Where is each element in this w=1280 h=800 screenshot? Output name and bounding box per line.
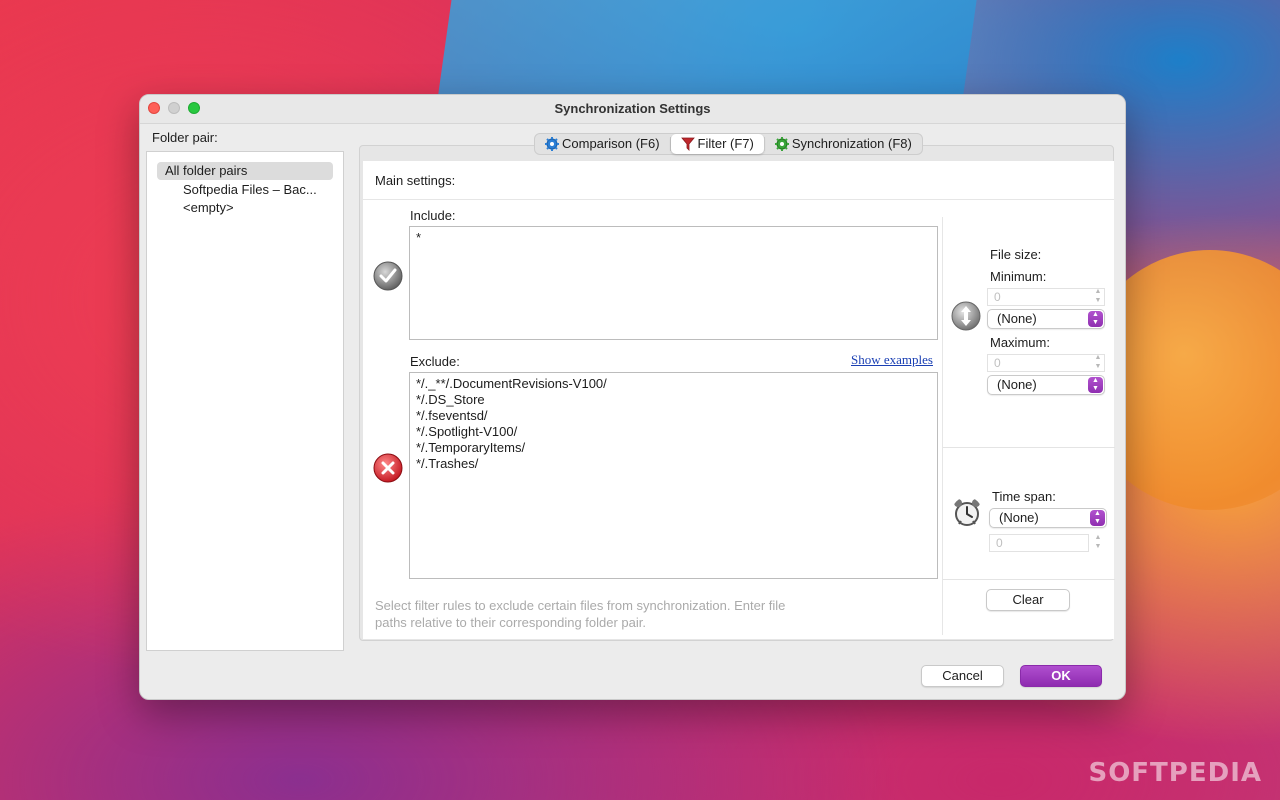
file-size-label: File size:	[990, 247, 1042, 262]
exclude-line: */.TemporaryItems/	[416, 440, 526, 455]
funnel-icon	[680, 137, 695, 151]
settings-window: Synchronization Settings Folder pair: Al…	[139, 94, 1126, 700]
filter-hint-text: Select filter rules to exclude certain f…	[375, 597, 835, 631]
folder-pair-item-softpedia[interactable]: Softpedia Files – Bac...	[183, 182, 317, 197]
include-line: *	[416, 230, 422, 245]
cancel-button[interactable]: Cancel	[921, 665, 1004, 687]
include-label: Include:	[410, 208, 456, 223]
time-span-label: Time span:	[992, 489, 1056, 504]
time-span-input[interactable]: 0	[989, 534, 1089, 552]
softpedia-watermark: SOFTPEDIA	[1088, 758, 1262, 788]
include-textarea[interactable]: *	[409, 226, 938, 340]
folder-pair-item-all[interactable]: All folder pairs	[157, 162, 333, 180]
divider	[363, 199, 1114, 200]
maximum-unit-select[interactable]: (None) ▲ ▼	[987, 375, 1105, 395]
tab-label: Synchronization (F8)	[791, 136, 912, 151]
exclude-line: */.DS_Store	[416, 392, 485, 407]
folder-pair-label: Folder pair:	[152, 130, 218, 145]
maximum-unit-value: (None)	[997, 377, 1037, 392]
chevron-updown-icon: ▲ ▼	[1090, 510, 1105, 526]
window-title: Synchronization Settings	[554, 101, 711, 116]
hint-line: Select filter rules to exclude certain f…	[375, 598, 786, 613]
show-examples-link[interactable]: Show examples	[851, 352, 933, 368]
title-bar: Synchronization Settings	[140, 95, 1125, 124]
file-size-arrows-icon	[951, 301, 981, 331]
chevron-updown-icon: ▲ ▼	[1088, 311, 1103, 327]
filter-panel-content: Main settings: Include: * Exclude: Show …	[363, 161, 1115, 639]
gear-icon	[774, 137, 789, 151]
exclude-line: */.Spotlight-V100/	[416, 424, 518, 439]
include-check-icon	[373, 261, 403, 291]
tab-label: Filter (F7)	[697, 136, 754, 151]
exclude-line: */.Trashes/	[416, 456, 479, 471]
minimum-stepper[interactable]: ▲ ▼	[1092, 287, 1104, 307]
minimum-unit-value: (None)	[997, 311, 1037, 326]
tab-filter[interactable]: Filter (F7)	[670, 134, 764, 154]
clear-button[interactable]: Clear	[986, 589, 1070, 611]
maximum-stepper[interactable]: ▲ ▼	[1092, 353, 1104, 373]
minimum-size-input[interactable]: 0	[987, 288, 1105, 306]
exclude-textarea[interactable]: */._**/.DocumentRevisions-V100/ */.DS_St…	[409, 372, 938, 579]
folder-pair-item-empty[interactable]: <empty>	[183, 200, 234, 215]
tab-label: Comparison (F6)	[562, 136, 660, 151]
folder-pair-list[interactable]: All folder pairs Softpedia Files – Bac..…	[146, 151, 344, 651]
exclude-label: Exclude:	[410, 354, 460, 369]
tab-comparison[interactable]: Comparison (F6)	[535, 134, 670, 154]
exclude-x-icon	[373, 453, 403, 483]
divider	[943, 447, 1115, 448]
minimum-label: Minimum:	[990, 269, 1047, 284]
filter-panel: Main settings: Include: * Exclude: Show …	[359, 145, 1115, 641]
time-span-select[interactable]: (None) ▲ ▼	[989, 508, 1107, 528]
gear-icon	[545, 137, 559, 151]
chevron-updown-icon: ▲ ▼	[1088, 377, 1103, 393]
time-span-stepper[interactable]: ▲ ▼	[1092, 533, 1104, 553]
ok-button[interactable]: OK	[1020, 665, 1102, 687]
time-span-value: (None)	[999, 510, 1039, 525]
main-settings-label: Main settings:	[375, 173, 456, 188]
hint-line: paths relative to their corresponding fo…	[375, 615, 646, 630]
minimum-unit-select[interactable]: (None) ▲ ▼	[987, 309, 1105, 329]
exclude-line: */.fseventsd/	[416, 408, 488, 423]
alarm-clock-icon	[954, 499, 980, 526]
divider	[943, 579, 1115, 580]
exclude-line: */._**/.DocumentRevisions-V100/	[416, 376, 607, 391]
maximum-label: Maximum:	[990, 335, 1050, 350]
settings-tabs: Comparison (F6) Filter (F7) Synchronizat…	[534, 133, 923, 155]
size-time-panel: File size: Minimum: 0 ▲ ▼ (None) ▲ ▼ Maxim…	[942, 217, 1115, 635]
maximum-size-input[interactable]: 0	[987, 354, 1105, 372]
tab-synchronization[interactable]: Synchronization (F8)	[765, 134, 922, 154]
